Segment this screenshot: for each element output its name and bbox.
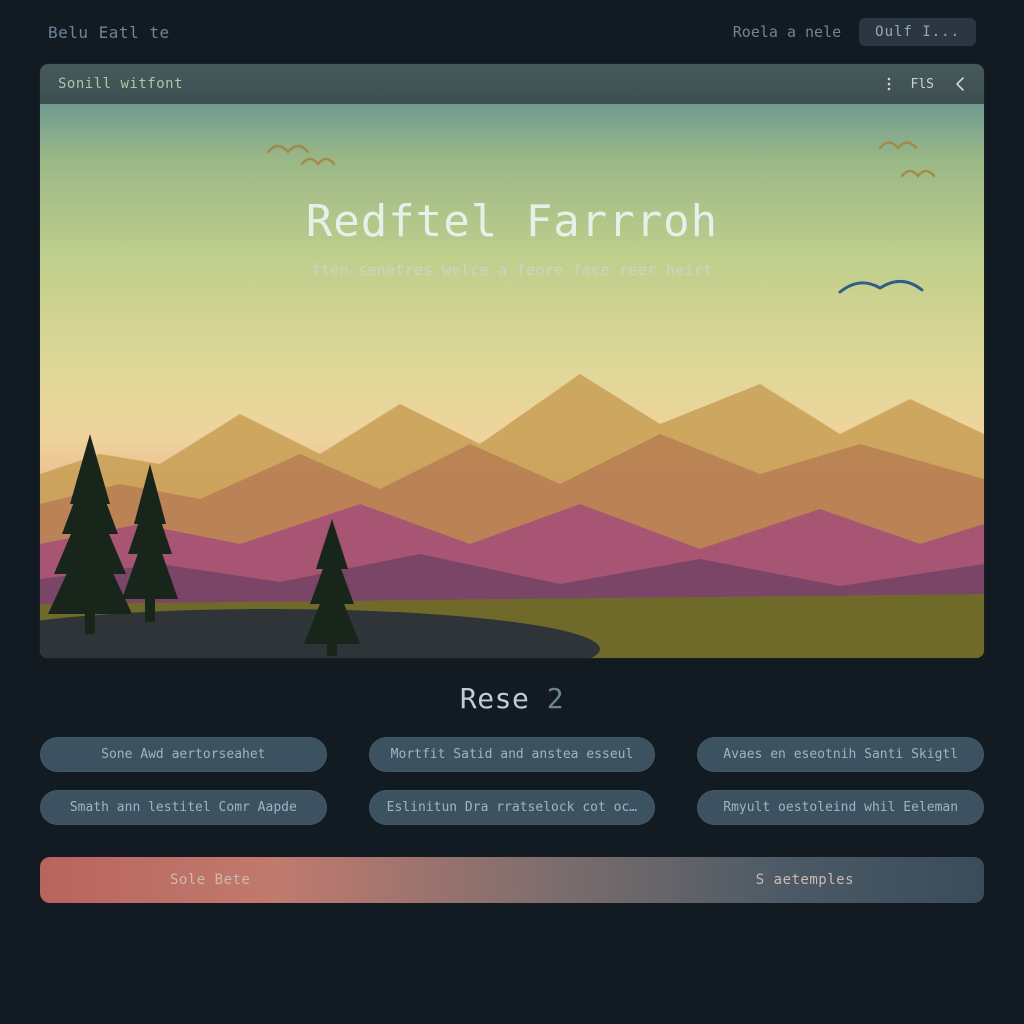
chip-grid: Sone Awd aertorseahet Mortfit Satid and … bbox=[0, 719, 1024, 831]
nav-link[interactable]: Roela a nele bbox=[733, 23, 841, 41]
hero-title: Redftel Farrroh bbox=[40, 196, 984, 247]
more-vertical-icon[interactable] bbox=[887, 77, 891, 91]
chip-2[interactable]: Mortfit Satid and anstea esseul bbox=[369, 737, 656, 772]
bottom-left-label[interactable]: Sole Bete bbox=[170, 872, 250, 888]
chip-6[interactable]: Rmyult oestoleind whil Eeleman bbox=[697, 790, 984, 825]
bottom-bar[interactable]: Sole Bete S aetemples bbox=[40, 857, 984, 903]
section-label: Rese bbox=[460, 682, 547, 715]
panel-title: Sonill witfont bbox=[58, 76, 183, 92]
panel-toolbar: Sonill witfont FlS bbox=[40, 64, 984, 104]
hero-text: Redftel Farrroh ften senetres welce a fe… bbox=[40, 196, 984, 279]
hero-subtitle: ften senetres welce a feore face reer he… bbox=[40, 261, 984, 279]
chip-3[interactable]: Avaes en eseotnih Santi Skigtl bbox=[697, 737, 984, 772]
chip-5[interactable]: Eslinitun Dra rratselock cot ocees bbox=[369, 790, 656, 825]
bottom-right-label[interactable]: S aetemples bbox=[756, 872, 854, 888]
fls-label[interactable]: FlS bbox=[911, 77, 934, 92]
chip-1[interactable]: Sone Awd aertorseahet bbox=[40, 737, 327, 772]
brand-label: Belu Eatl te bbox=[48, 23, 170, 42]
chevron-left-icon[interactable] bbox=[954, 77, 966, 91]
chip-4[interactable]: Smath ann lestitel Comr Aapde bbox=[40, 790, 327, 825]
bottom-section: Sole Bete S aetemples bbox=[0, 831, 1024, 903]
hero-image: Redftel Farrroh ften senetres welce a fe… bbox=[40, 104, 984, 658]
content-panel: Sonill witfont FlS bbox=[40, 64, 984, 658]
top-bar: Belu Eatl te Roela a nele Oulf I... bbox=[0, 0, 1024, 64]
header-button[interactable]: Oulf I... bbox=[859, 18, 976, 46]
section-number: 2 bbox=[547, 682, 564, 715]
birds-layer bbox=[40, 104, 984, 658]
section-title: Rese 2 bbox=[0, 682, 1024, 715]
